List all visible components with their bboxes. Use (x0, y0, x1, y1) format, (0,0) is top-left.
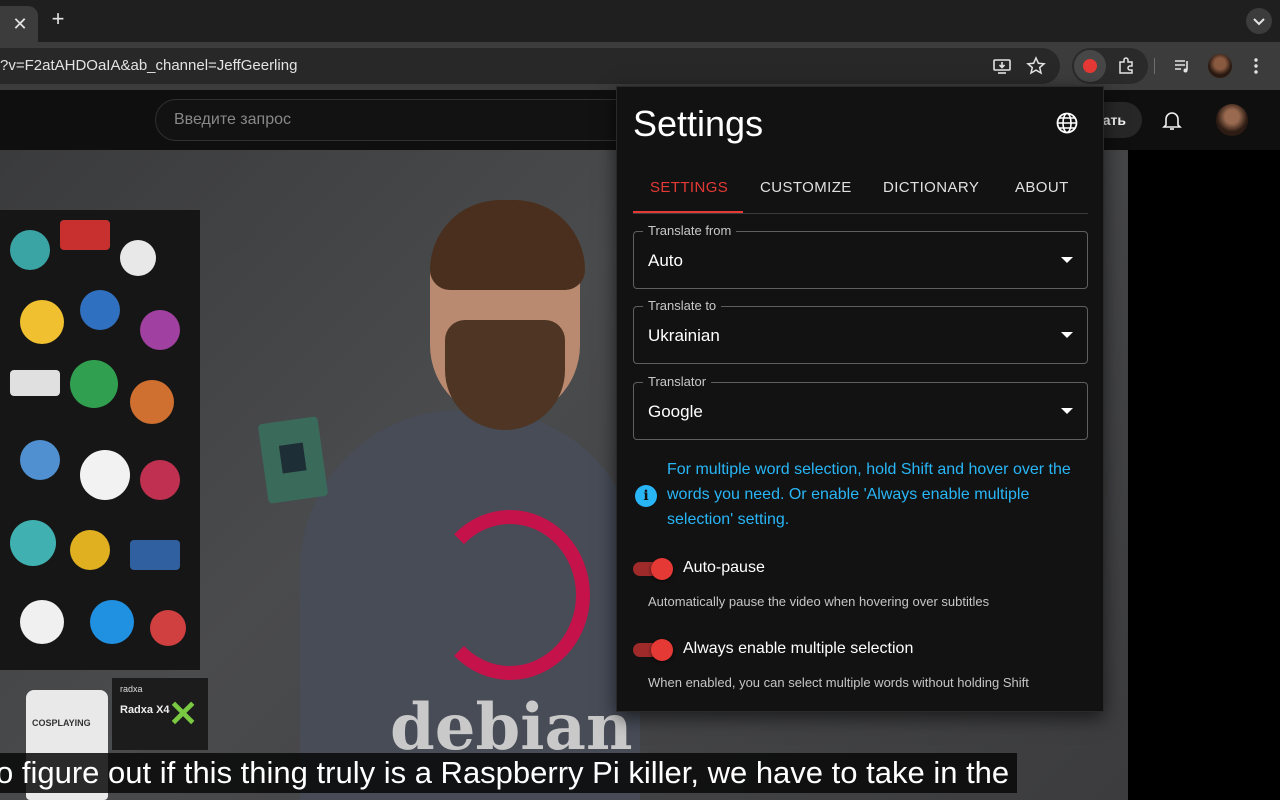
toggle-description: Automatically pause the video when hover… (648, 594, 990, 609)
select-value: Ukrainian (648, 326, 720, 345)
bell-icon[interactable] (1160, 108, 1184, 132)
auto-pause-toggle[interactable] (633, 558, 675, 580)
search-placeholder: Введите запрос (174, 111, 291, 128)
sticker (130, 540, 180, 570)
more-vert-icon[interactable] (1242, 52, 1270, 80)
radxa-x-icon: ✕ (168, 693, 199, 734)
extension-badge (1083, 59, 1097, 73)
browser-tab-bar: ✕ + (0, 0, 1280, 42)
star-icon[interactable] (1022, 52, 1050, 80)
sticker (140, 460, 180, 500)
avatar[interactable] (1208, 54, 1232, 78)
active-tab-indicator (633, 211, 743, 213)
toggle-description: When enabled, you can select multiple wo… (648, 675, 1029, 690)
puzzle-icon[interactable] (1112, 52, 1140, 80)
sticker (70, 530, 110, 570)
select-label: Translate to (643, 298, 722, 314)
toggle-label: Auto-pause (683, 559, 765, 576)
sticker (10, 230, 50, 270)
extension-icon[interactable] (1074, 50, 1106, 82)
caret-down-icon (1061, 332, 1073, 338)
chip (278, 442, 307, 474)
extensions-group (1072, 48, 1148, 84)
toggle-knob (651, 639, 673, 661)
mug-text: COSPLAYING (32, 718, 91, 728)
close-icon[interactable]: ✕ (10, 14, 30, 34)
sticker (60, 220, 110, 250)
tab-search-button[interactable] (1246, 8, 1272, 34)
select-value: Google (648, 402, 703, 421)
person-hair (430, 200, 585, 290)
sticker (120, 240, 156, 276)
caret-down-icon (1061, 257, 1073, 263)
sticker (90, 600, 134, 644)
person-beard (445, 320, 565, 430)
media-icon[interactable] (1168, 52, 1196, 80)
page-title: Settings (633, 103, 764, 144)
video-letterbox (1128, 150, 1280, 800)
address-bar[interactable]: ?v=F2atAHDOaIA&ab_channel=JeffGeerling (0, 48, 1060, 84)
multi-select-toggle[interactable] (633, 639, 675, 661)
sticker (150, 610, 186, 646)
sticker (80, 290, 120, 330)
tab-dictionary[interactable]: DICTIONARY (883, 179, 979, 196)
sticker (80, 450, 130, 500)
url-text[interactable]: ?v=F2atAHDOaIA&ab_channel=JeffGeerling (0, 57, 297, 74)
translate-from-select[interactable]: Translate from Auto (633, 223, 1088, 289)
select-value: Auto (648, 251, 683, 270)
radxa-name: Radxa X4 (120, 704, 170, 716)
plus-icon[interactable]: + (46, 8, 70, 32)
toggle-label: Always enable multiple selection (683, 640, 914, 657)
radxa-logo: radxa (120, 684, 143, 694)
sticker (20, 300, 64, 344)
tab-divider (633, 213, 1088, 214)
avatar[interactable] (1216, 104, 1248, 136)
install-icon[interactable] (988, 52, 1016, 80)
info-text: For multiple word selection, hold Shift … (667, 461, 1071, 528)
caret-down-icon (1061, 408, 1073, 414)
globe-icon[interactable] (1055, 111, 1079, 135)
sticker (10, 370, 60, 396)
sticker (70, 360, 118, 408)
sticker (20, 600, 64, 644)
chevron-down-icon (1253, 18, 1265, 26)
sticker-board (0, 210, 200, 670)
browser-tab[interactable]: ✕ (0, 6, 38, 42)
settings-popup: Settings SETTINGS CUSTOMIZE DICTIONARY A… (616, 86, 1104, 712)
subtitle-bar[interactable]: o figure out if this thing truly is a Ra… (0, 753, 1018, 793)
toggle-knob (651, 558, 673, 580)
browser-toolbar: ?v=F2atAHDOaIA&ab_channel=JeffGeerling (0, 42, 1280, 90)
debian-logo (430, 510, 590, 680)
toolbar-separator (1154, 58, 1155, 74)
select-label: Translate from (643, 223, 737, 239)
subtitle-text[interactable]: o figure out if this thing truly is a Ra… (0, 753, 1009, 793)
sticker (20, 440, 60, 480)
info-icon: i (635, 485, 657, 507)
search-input[interactable]: Введите запрос (155, 99, 655, 141)
sticker (140, 310, 180, 350)
radxa-box: radxa Radxa X4 ✕ (112, 678, 208, 750)
tab-about[interactable]: ABOUT (1015, 179, 1069, 196)
select-label: Translator (643, 374, 712, 390)
translate-to-select[interactable]: Translate to Ukrainian (633, 298, 1088, 364)
circuit-board (257, 416, 329, 504)
tab-settings[interactable]: SETTINGS (650, 179, 728, 196)
tab-customize[interactable]: CUSTOMIZE (760, 179, 852, 196)
sticker (130, 380, 174, 424)
translator-select[interactable]: Translator Google (633, 374, 1088, 440)
sticker (10, 520, 56, 566)
